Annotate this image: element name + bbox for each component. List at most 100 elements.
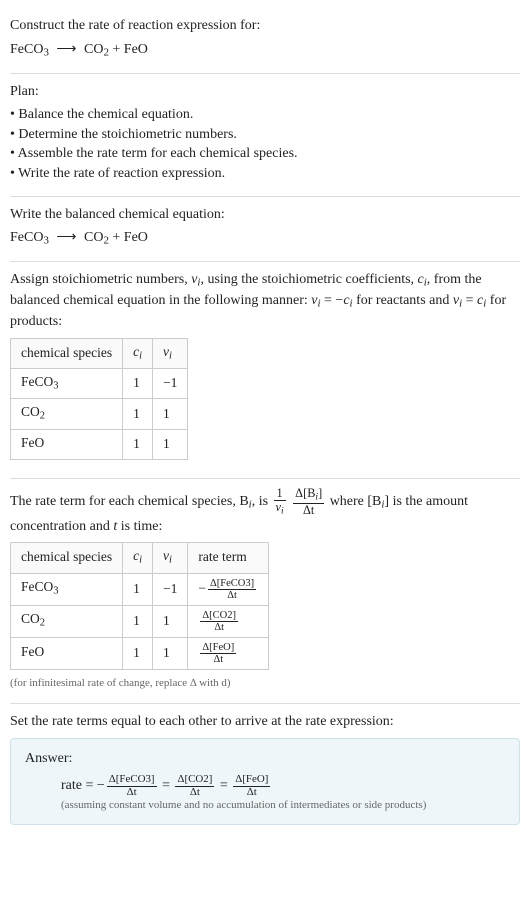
neg-sign: − <box>97 779 105 794</box>
plan-item: Write the rate of reaction expression. <box>10 164 520 184</box>
plan-item: Assemble the rate term for each chemical… <box>10 144 520 164</box>
frac: Δ[CO2]Δt <box>198 610 240 633</box>
dconc-over-dt: Δ[Bi] Δt <box>291 487 326 516</box>
product-2: FeO <box>124 42 148 57</box>
reactant: FeCO3 <box>10 42 49 57</box>
one-over-nu: 1 νi <box>272 487 288 516</box>
cell-nui: −1 <box>153 573 188 605</box>
den: νi <box>274 501 286 516</box>
plan-item: Balance the chemical equation. <box>10 105 520 125</box>
num: Δ[FeO] <box>200 642 236 654</box>
den: Δt <box>107 787 157 798</box>
term-1: Δ[FeCO3]Δt <box>105 774 159 798</box>
answer-box: Answer: rate = −Δ[FeCO3]Δt = Δ[CO2]Δt = … <box>10 738 520 825</box>
rate-expression: rate = −Δ[FeCO3]Δt = Δ[CO2]Δt = Δ[FeO]Δt <box>25 774 505 798</box>
name: CO <box>21 611 40 626</box>
relation-2: νi = ci <box>453 293 486 308</box>
frac: Δ[FeCO3]Δt <box>206 578 258 601</box>
plan-heading: Plan: <box>10 82 520 102</box>
col-species: chemical species <box>11 543 123 573</box>
cell-ci: 1 <box>123 605 153 637</box>
num: Δ[FeCO3] <box>107 774 157 786</box>
cell-ci: 1 <box>123 399 153 429</box>
table-row: FeCO3 1 −1 −Δ[FeCO3]Δt <box>11 573 269 605</box>
table-row: FeO 1 1 <box>11 429 188 459</box>
col-nui: νi <box>153 338 188 368</box>
plan-list: Balance the chemical equation. Determine… <box>10 105 520 183</box>
cell-species: CO2 <box>11 605 123 637</box>
reactant-sub: 3 <box>43 235 48 247</box>
frac: Δ[FeO]Δt <box>198 642 238 665</box>
cell-species: FeCO3 <box>11 369 123 399</box>
text: , using the stoichiometric coefficients, <box>200 272 417 287</box>
col-ci: ci <box>123 338 153 368</box>
cell-ci: 1 <box>123 637 153 669</box>
reactant-name: FeCO <box>10 230 43 245</box>
balanced-heading: Write the balanced chemical equation: <box>10 205 520 225</box>
intro-section: Construct the rate of reaction expressio… <box>10 8 520 74</box>
den: Δt <box>293 504 324 517</box>
cell-rate: Δ[FeO]Δt <box>188 637 269 669</box>
dconc: Δ[B <box>295 486 315 500</box>
ci-sub: i <box>139 350 142 361</box>
reactant: FeCO3 <box>10 230 49 245</box>
col-ci: ci <box>123 543 153 573</box>
col-rate: rate term <box>188 543 269 573</box>
num: 1 <box>274 487 286 501</box>
den: Δt <box>233 787 270 798</box>
col-nui: νi <box>153 543 188 573</box>
term-3: Δ[FeO]Δt <box>231 774 272 798</box>
equals: = <box>162 779 173 794</box>
product-1: CO2 <box>84 230 109 245</box>
final-heading: Set the rate terms equal to each other t… <box>10 712 520 732</box>
nui-sub: i <box>169 555 172 566</box>
cell-nui: 1 <box>153 605 188 637</box>
den: Δt <box>175 787 214 798</box>
name-sub: 2 <box>40 411 45 422</box>
intro-text: Construct the rate of reaction expressio… <box>10 16 520 36</box>
product-1: CO2 <box>84 42 109 57</box>
plan-section: Plan: Balance the chemical equation. Det… <box>10 74 520 197</box>
product-2: FeO <box>124 230 148 245</box>
num: Δ[FeCO3] <box>208 578 256 590</box>
product-1-sub: 2 <box>103 46 108 58</box>
cell-nui: 1 <box>153 429 188 459</box>
cell-species: FeCO3 <box>11 573 123 605</box>
reactant-sub: 3 <box>43 46 48 58</box>
ci-sub: i <box>139 555 142 566</box>
cell-rate: −Δ[FeCO3]Δt <box>188 573 269 605</box>
table-row: FeCO3 1 −1 <box>11 369 188 399</box>
plus: + <box>112 230 120 245</box>
answer-note: (assuming constant volume and no accumul… <box>25 798 505 813</box>
name: CO <box>21 404 40 419</box>
product-1-sub: 2 <box>103 235 108 247</box>
dt: Δt <box>303 503 314 517</box>
plus: + <box>112 42 120 57</box>
table-row: CO2 1 1 Δ[CO2]Δt <box>11 605 269 637</box>
arrow-icon: ⟶ <box>52 40 80 60</box>
text: for reactants and <box>353 293 453 308</box>
rateterm-footnote: (for infinitesimal rate of change, repla… <box>10 676 520 691</box>
text: is time: <box>117 519 162 534</box>
relation-1: νi = −ci <box>311 293 352 308</box>
nui-sub: i <box>169 350 172 361</box>
c-i: ci <box>418 272 427 287</box>
num: Δ[CO2] <box>175 774 214 786</box>
balanced-equation: FeCO3 ⟶ CO2 + FeO <box>10 228 520 249</box>
equals: = <box>220 779 231 794</box>
cell-species: CO2 <box>11 399 123 429</box>
den: Δt <box>208 590 256 601</box>
den: Δt <box>200 622 238 633</box>
intro-equation: FeCO3 ⟶ CO2 + FeO <box>10 40 520 61</box>
num: Δ[CO2] <box>200 610 238 622</box>
name: FeCO <box>21 374 53 389</box>
cell-ci: 1 <box>123 369 153 399</box>
sign: − <box>198 580 206 595</box>
arrow-icon: ⟶ <box>52 228 80 248</box>
nu-sub: i <box>281 506 284 517</box>
answer-label: Answer: <box>25 749 505 769</box>
cell-rate: Δ[CO2]Δt <box>188 605 269 637</box>
text: where [B <box>330 494 382 509</box>
rateterm-table: chemical species ci νi rate term FeCO3 1… <box>10 542 269 670</box>
cell-species: FeO <box>11 429 123 459</box>
